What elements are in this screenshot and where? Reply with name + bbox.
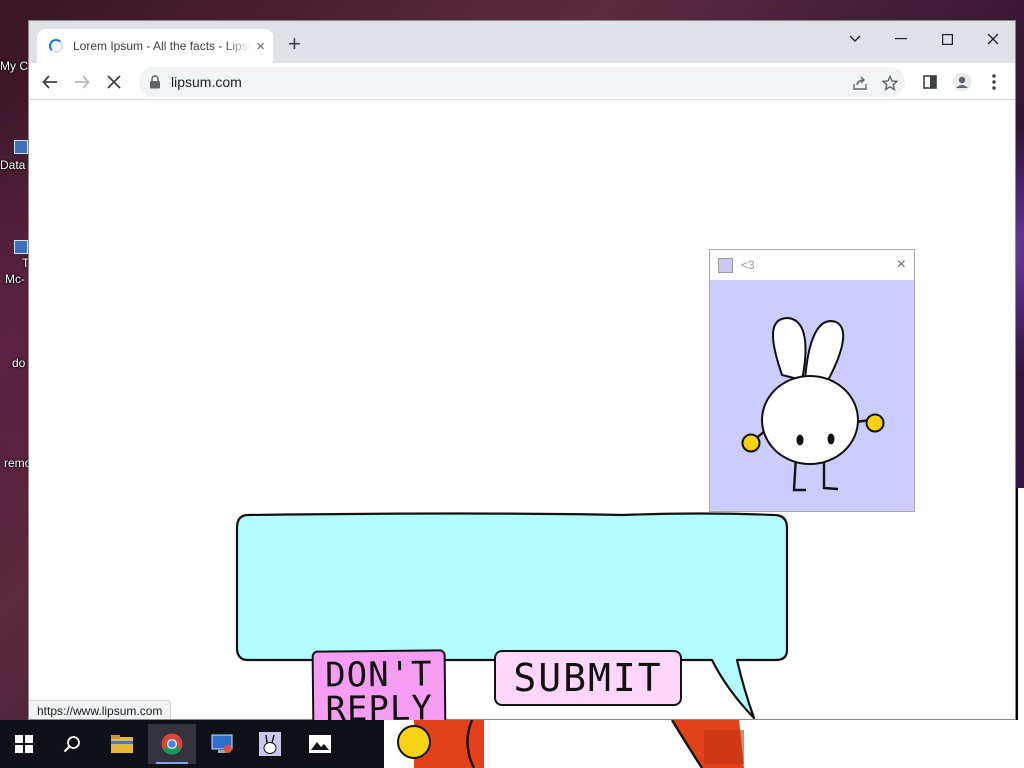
bunny-artwork-overlay — [384, 720, 1024, 768]
dont-reply-line-1: DON'T — [324, 654, 433, 696]
taskbar — [0, 720, 1024, 768]
tab-search-chevron-icon[interactable] — [843, 27, 867, 51]
bookmark-star-icon[interactable] — [881, 74, 899, 92]
bunny-app-icon[interactable] — [246, 724, 294, 764]
file-explorer-icon[interactable] — [98, 724, 146, 764]
desktop-icon-label-my-computer[interactable]: My C — [0, 59, 28, 73]
tab-close-icon[interactable]: × — [256, 39, 265, 54]
bunny-popup-window[interactable]: <3 × — [709, 249, 915, 512]
new-tab-button[interactable]: + — [288, 33, 301, 55]
desktop-icon-label-data[interactable]: Data — [0, 158, 25, 172]
remote-desktop-icon[interactable] — [198, 724, 246, 764]
address-bar[interactable]: lipsum.com — [139, 67, 905, 97]
background-window-edge — [1016, 488, 1024, 720]
bunny-illustration — [741, 316, 885, 492]
desktop-icon-label-mc[interactable]: Mc- — [5, 272, 25, 286]
share-icon[interactable] — [851, 74, 869, 92]
bunny-app-icon — [718, 257, 733, 273]
profile-avatar-icon[interactable] — [949, 69, 975, 95]
tab-lipsum[interactable]: Lorem Ipsum - All the facts - Lipsum gen… — [37, 29, 273, 63]
loading-spinner-icon — [49, 39, 63, 53]
back-arrow-icon[interactable] — [37, 69, 63, 95]
submit-label: SUBMIT — [513, 656, 663, 700]
close-window-icon[interactable] — [981, 27, 1005, 51]
chrome-icon[interactable] — [148, 724, 196, 764]
shortcut-icon[interactable] — [14, 140, 28, 154]
minimize-icon[interactable] — [889, 27, 913, 51]
shortcut-icon[interactable] — [14, 240, 28, 254]
tab-strip: Lorem Ipsum - All the facts - Lipsum gen… — [29, 21, 1015, 63]
stop-loading-icon[interactable] — [101, 69, 127, 95]
submit-button[interactable]: SUBMIT — [494, 650, 682, 706]
browser-toolbar: lipsum.com — [29, 63, 1015, 100]
photos-icon[interactable] — [296, 724, 344, 764]
popup-close-icon[interactable]: × — [897, 256, 906, 274]
tab-title: Lorem Ipsum - All the facts - Lipsum gen… — [73, 39, 251, 53]
popup-titlebar[interactable]: <3 × — [710, 250, 914, 280]
address-bar-url[interactable]: lipsum.com — [171, 74, 242, 90]
status-url-bubble: https://www.lipsum.com — [29, 700, 172, 719]
search-icon[interactable] — [48, 724, 96, 764]
desktop-icon-label-do[interactable]: do — [12, 356, 25, 370]
windows-start-icon[interactable] — [0, 724, 48, 764]
maximize-icon[interactable] — [935, 27, 959, 51]
lock-icon — [150, 75, 160, 89]
side-panel-icon[interactable] — [917, 69, 943, 95]
forward-arrow-icon[interactable] — [69, 69, 95, 95]
popup-title: <3 — [741, 258, 755, 272]
menu-kebab-icon[interactable] — [981, 69, 1007, 95]
